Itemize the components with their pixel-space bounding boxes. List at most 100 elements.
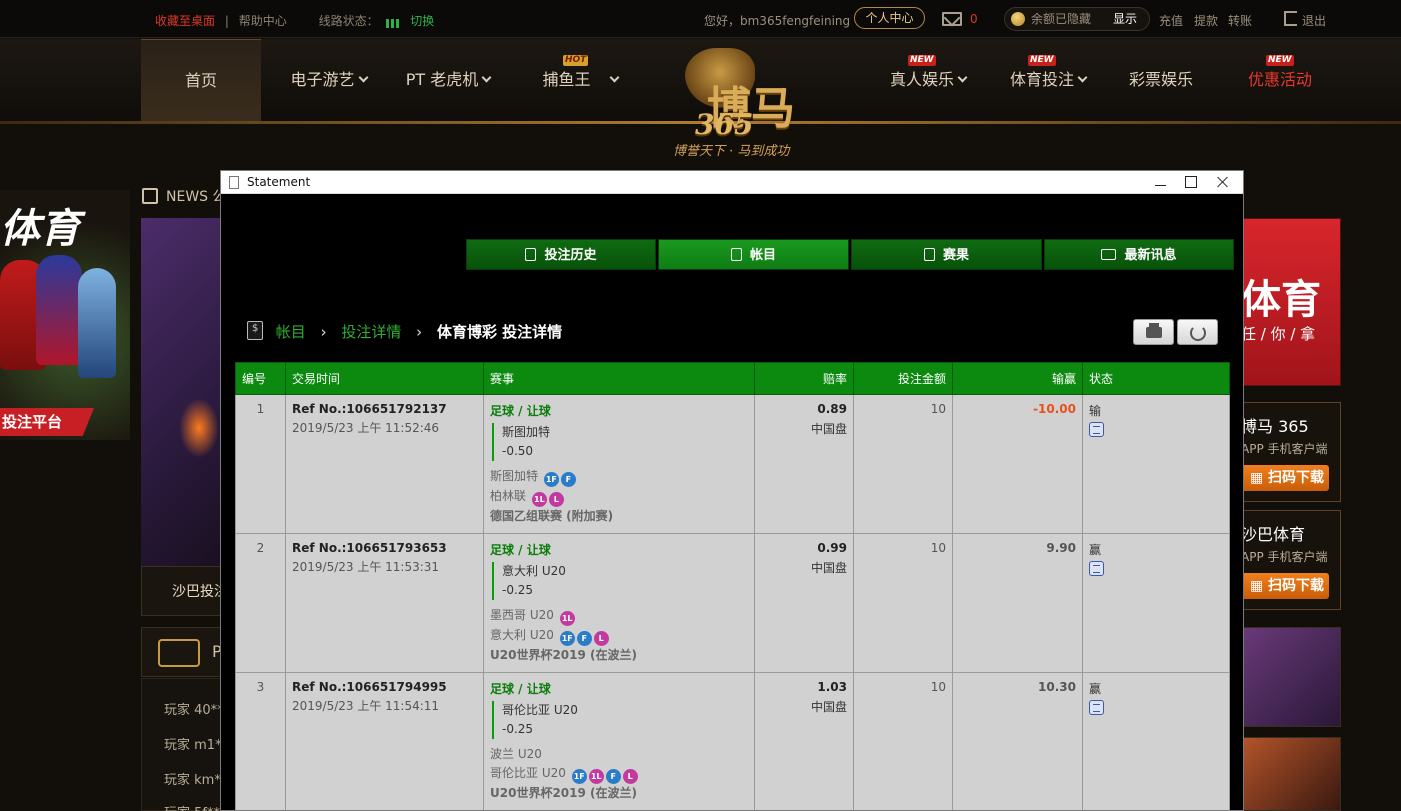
news-label: NEWS 公 (166, 189, 227, 205)
tab-label: 最新讯息 (1124, 248, 1177, 263)
promo-caption[interactable]: 沙巴投注 (141, 566, 221, 616)
nav-promotions[interactable]: NEW 优惠活动 (1240, 39, 1320, 121)
news-icon (142, 188, 158, 204)
left-banner-button[interactable]: 投注平台 (0, 408, 94, 436)
personal-center-button[interactable]: 个人中心 (854, 7, 925, 29)
nav-home[interactable]: 首页 (141, 39, 261, 121)
transfer-link[interactable]: 转账 (1228, 12, 1252, 34)
minimize-button[interactable] (1145, 171, 1175, 193)
breadcrumb-bet-details-link[interactable]: 投注详情 (341, 323, 401, 341)
stake-amount: 10 (853, 394, 953, 534)
window-title: Statement (247, 175, 311, 189)
tab-label: 投注历史 (544, 248, 597, 263)
first-half-live-badge: 1L (588, 769, 604, 784)
col-header-odds: 赔率 (754, 362, 854, 395)
ledger-icon (730, 248, 742, 261)
right-sports-banner[interactable]: 体育 任 / 你 / 拿 (1240, 218, 1341, 386)
breadcrumb-separator: › (320, 323, 327, 341)
close-button[interactable] (1208, 171, 1238, 193)
news-header: NEWS 公 (142, 186, 227, 206)
home-team: 墨西哥 U20 1L (490, 606, 748, 626)
odds-value: 0.89 (817, 402, 847, 416)
promo-image[interactable] (141, 218, 221, 566)
nav-sports[interactable]: NEW 体育投注 (1000, 39, 1096, 121)
bet-status: 输 (1089, 404, 1102, 418)
row-odds-cell: 1.03 中国盘 (754, 672, 854, 810)
bet-status: 赢 (1089, 682, 1102, 696)
bet-receipt-icon[interactable] (1089, 561, 1104, 576)
row-odds-cell: 0.99 中国盘 (754, 533, 854, 673)
refresh-icon (1190, 325, 1206, 341)
selection-handicap: -0.50 (502, 444, 534, 458)
player-figure (78, 268, 116, 378)
refresh-button[interactable] (1177, 319, 1218, 345)
table-row: 1 Ref No.:106651792137 2019/5/23 上午 11:5… (235, 394, 1230, 534)
first-half-full-badge: 1F (559, 631, 575, 646)
player-figure (36, 255, 82, 365)
live-badge: L (548, 492, 564, 507)
separator: | (224, 14, 229, 28)
tab-results[interactable]: 赛果 (851, 239, 1042, 270)
nav-pt-slots[interactable]: PT 老虎机 (396, 39, 500, 121)
stake-amount: 10 (853, 672, 953, 810)
chevron-down-icon (358, 72, 368, 83)
switch-line-link[interactable]: 切换 (410, 14, 434, 28)
app-box-title: 博马 365 (1241, 417, 1309, 436)
maximize-button[interactable] (1175, 171, 1205, 193)
away-team: 意大利 U20 1F F L (490, 626, 748, 646)
logout-icon[interactable] (1284, 11, 1297, 26)
show-balance-button[interactable]: 显示 (1113, 8, 1137, 30)
chevron-down-icon (609, 72, 619, 83)
breadcrumb-statement-link[interactable]: 帐目 (276, 323, 306, 341)
nav-fishing[interactable]: HOT 捕鱼王 (530, 39, 630, 121)
selection-team: 哥伦比亚 U20 (502, 703, 578, 717)
help-center-link[interactable]: 帮助中心 (239, 14, 287, 28)
row-event-cell: 足球 / 让球 意大利 U20 -0.25 墨西哥 U20 1L 意大利 U20 … (483, 533, 755, 673)
row-event-cell: 足球 / 让球 斯图加特 -0.50 斯图加特 1F F 柏林联 1L L 德国乙组联… (483, 394, 755, 534)
bet-receipt-icon[interactable] (1089, 422, 1104, 437)
new-badge: NEW (1028, 55, 1056, 66)
nav-egames[interactable]: 电子游艺 (276, 39, 381, 121)
chevron-down-icon (1077, 72, 1088, 83)
nav-lottery[interactable]: 彩票娱乐 (1121, 39, 1201, 121)
tab-messages[interactable]: 最新讯息 (1044, 239, 1234, 270)
tab-statement[interactable]: 帐目 (658, 239, 849, 270)
table-row: 2 Ref No.:106651793653 2019/5/23 上午 11:5… (235, 533, 1230, 673)
bet-receipt-icon[interactable] (1089, 700, 1104, 715)
sport-type: 足球 / 让球 (490, 543, 551, 557)
nav-live[interactable]: NEW 真人娱乐 (880, 39, 976, 121)
add-to-desktop-link[interactable]: 收藏至桌面 (155, 14, 215, 28)
top-bar: 收藏至桌面 | 帮助中心 线路状态： 切换 (0, 0, 1401, 38)
envelope-icon (1101, 249, 1117, 260)
full-time-badge: F (560, 472, 576, 487)
deposit-link[interactable]: 充值 (1159, 12, 1183, 34)
mail-icon[interactable] (942, 12, 962, 26)
nav-home-label: 首页 (184, 71, 217, 90)
tab-bet-history[interactable]: 投注历史 (466, 239, 656, 270)
game-thumbnail[interactable] (1240, 627, 1341, 727)
winloss-amount: -10.00 (952, 394, 1083, 534)
away-team-name: 意大利 U20 (490, 628, 554, 642)
row-time-cell: Ref No.:106651793653 2019/5/23 上午 11:53:… (285, 533, 484, 673)
odds-value: 1.03 (817, 680, 847, 694)
withdraw-link[interactable]: 提款 (1194, 12, 1218, 34)
row-number: 2 (235, 533, 286, 673)
sport-type: 足球 / 让球 (490, 404, 551, 418)
scan-download-button[interactable]: ▦ 扫码下载 (1243, 573, 1329, 599)
scan-download-button[interactable]: ▦ 扫码下载 (1243, 465, 1329, 491)
statement-window: Statement 投注历史 帐目 赛果 最新讯息 帐目 › 投注详情 › 体育… (220, 170, 1244, 811)
home-team-name: 墨西哥 U20 (490, 608, 554, 622)
game-thumbnail[interactable] (1240, 737, 1341, 811)
brand-logo[interactable]: 博马 365 博誉天下 · 马到成功 (655, 40, 825, 168)
print-button[interactable] (1133, 319, 1174, 345)
logout-link[interactable]: 退出 (1302, 12, 1326, 34)
odds-market: 中国盘 (810, 422, 847, 436)
receipt-icon (525, 248, 537, 261)
window-titlebar[interactable]: Statement (221, 171, 1243, 194)
odds-market: 中国盘 (810, 561, 847, 575)
bet-status: 赢 (1089, 543, 1102, 557)
first-half-live-badge: 1L (531, 492, 547, 507)
nav-lottery-label: 彩票娱乐 (1128, 70, 1193, 89)
row-odds-cell: 0.89 中国盘 (754, 394, 854, 534)
winner-item: 玩家 km* (164, 773, 221, 788)
